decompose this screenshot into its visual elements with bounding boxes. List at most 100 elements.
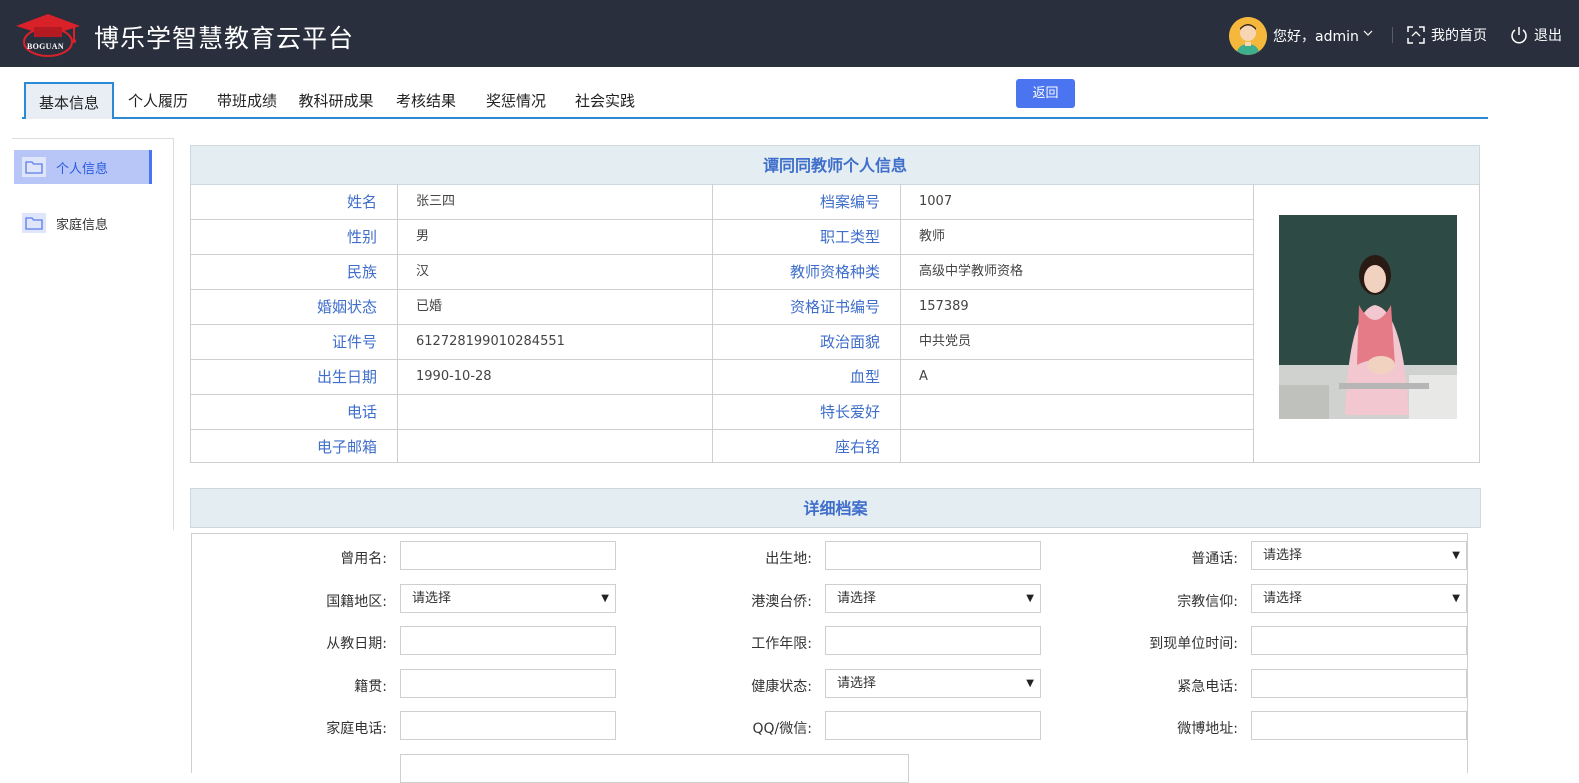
field-label: 婚姻状态 [316, 298, 377, 316]
tab-class-results[interactable]: 带班成绩 [206, 82, 288, 119]
mandarin-select[interactable]: 请选择 ▼ [1251, 541, 1467, 570]
tab-basic-info[interactable]: 基本信息 [24, 82, 114, 119]
nationality-select[interactable]: 请选择 ▼ [400, 584, 616, 613]
detail-form: 曾用名: 出生地: 普通话: 请选择 ▼ 国籍地区: 请选择 ▼ 港澳台侨: 请选择… [191, 533, 1468, 783]
field-value: 教师 [919, 229, 946, 244]
wide-text-input[interactable] [400, 754, 909, 783]
back-button[interactable]: 返回 [1016, 79, 1075, 108]
folder-icon [22, 157, 46, 177]
select-value: 请选择 [837, 591, 877, 606]
field-value: 612728199010284551 [416, 334, 565, 349]
field-label: 血型 [849, 368, 880, 386]
tab-research-results[interactable]: 教科研成果 [290, 82, 382, 119]
dropdown-arrow-icon: ▼ [1452, 550, 1460, 561]
table-row: 电子邮箱 座右铭 [191, 430, 1254, 465]
qq-wechat-input[interactable] [825, 711, 1041, 740]
select-value: 请选择 [1263, 548, 1303, 563]
religion-select[interactable]: 请选择 ▼ [1251, 584, 1467, 613]
field-label: 国籍地区: [326, 594, 387, 610]
home-phone-input[interactable] [400, 711, 616, 740]
field-label: 工作年限: [751, 636, 812, 652]
logout-label: 退出 [1534, 28, 1562, 44]
field-label: 曾用名: [340, 551, 387, 567]
tab-social-practice[interactable]: 社会实践 [564, 82, 646, 119]
field-value: A [919, 369, 928, 384]
field-label: 姓名 [346, 193, 377, 211]
field-value: 中共党员 [919, 334, 972, 349]
field-value: 已婚 [416, 299, 443, 314]
select-value: 请选择 [1263, 591, 1303, 606]
field-label: 电话 [346, 403, 377, 421]
tab-assessment-results[interactable]: 考核结果 [384, 82, 468, 119]
field-label: 民族 [346, 263, 377, 281]
dropdown-arrow-icon: ▼ [1026, 593, 1034, 604]
field-label: 档案编号 [819, 193, 880, 211]
sidebar-item-label: 家庭信息 [56, 217, 109, 233]
logout-link[interactable]: 退出 [1509, 24, 1562, 46]
sidebar-item-personal-info[interactable]: 个人信息 [14, 150, 152, 184]
table-row: 姓名 张三四 档案编号 1007 [191, 185, 1254, 220]
field-label: 电子邮箱 [316, 438, 377, 456]
weibo-address-input[interactable] [1251, 711, 1467, 740]
tab-personal-history[interactable]: 个人履历 [116, 82, 200, 119]
app-title: 博乐学智慧教育云平台 [94, 24, 355, 53]
field-label: 政治面貌 [819, 333, 880, 351]
tab-rewards-punishments[interactable]: 奖惩情况 [474, 82, 558, 119]
table-row: 性别 男 职工类型 教师 [191, 220, 1254, 255]
field-label: 从教日期: [326, 636, 387, 652]
detail-panel-title: 详细档案 [190, 488, 1481, 528]
field-label: 座右铭 [834, 438, 880, 456]
field-label: 性别 [346, 228, 377, 246]
field-value [397, 430, 712, 464]
sidebar: 个人信息 家庭信息 [12, 138, 174, 530]
table-row: 婚姻状态 已婚 资格证书编号 157389 [191, 290, 1254, 325]
field-value: 张三四 [416, 194, 456, 209]
dropdown-arrow-icon: ▼ [601, 593, 609, 604]
current-unit-date-input[interactable] [1251, 626, 1467, 655]
field-label: 教师资格种类 [789, 263, 880, 281]
field-value [900, 395, 1253, 429]
years-worked-input[interactable] [825, 626, 1041, 655]
field-value [900, 430, 1253, 464]
table-row: 出生日期 1990-10-28 血型 A [191, 360, 1254, 395]
field-value: 1990-10-28 [416, 369, 492, 384]
my-home-label: 我的首页 [1431, 28, 1487, 44]
home-frame-icon [1407, 26, 1425, 44]
sidebar-item-label: 个人信息 [56, 161, 109, 177]
field-value: 1007 [919, 194, 953, 209]
field-label: 出生地: [765, 551, 812, 567]
field-label: 微博地址: [1177, 721, 1238, 737]
emergency-phone-input[interactable] [1251, 669, 1467, 698]
field-label: 港澳台侨: [751, 594, 812, 610]
field-value: 汉 [416, 264, 430, 279]
field-label: 证件号 [331, 333, 377, 351]
field-label: 到现单位时间: [1149, 636, 1238, 652]
power-icon [1511, 27, 1527, 44]
field-label: 籍贯: [354, 679, 387, 695]
sidebar-item-family-info[interactable]: 家庭信息 [14, 206, 152, 240]
user-avatar[interactable] [1229, 17, 1267, 55]
field-value: 男 [416, 229, 430, 244]
logo [14, 12, 82, 60]
field-label: 资格证书编号 [789, 298, 880, 316]
top-bar: BOGUAN 博乐学智慧教育云平台 您好，admin 我的首页 退出 [0, 0, 1579, 67]
select-value: 请选择 [412, 591, 452, 606]
birthplace-input[interactable] [825, 541, 1041, 570]
hk-macau-taiwan-select[interactable]: 请选择 ▼ [825, 584, 1041, 613]
teaching-start-date-input[interactable] [400, 626, 616, 655]
former-name-input[interactable] [400, 541, 616, 570]
select-value: 请选择 [837, 676, 877, 691]
table-row: 民族 汉 教师资格种类 高级中学教师资格 [191, 255, 1254, 290]
field-label: 紧急电话: [1177, 679, 1238, 695]
user-greeting[interactable]: 您好，admin [1273, 26, 1359, 46]
my-home-link[interactable]: 我的首页 [1406, 24, 1487, 46]
chevron-down-icon[interactable] [1362, 27, 1374, 42]
field-label: 宗教信仰: [1177, 594, 1238, 610]
native-place-input[interactable] [400, 669, 616, 698]
health-status-select[interactable]: 请选择 ▼ [825, 669, 1041, 698]
field-label: 特长爱好 [819, 403, 880, 421]
field-value: 157389 [919, 299, 969, 314]
field-label: 普通话: [1191, 551, 1238, 567]
teacher-photo [1279, 215, 1457, 419]
logo-text: BOGUAN [27, 42, 64, 51]
